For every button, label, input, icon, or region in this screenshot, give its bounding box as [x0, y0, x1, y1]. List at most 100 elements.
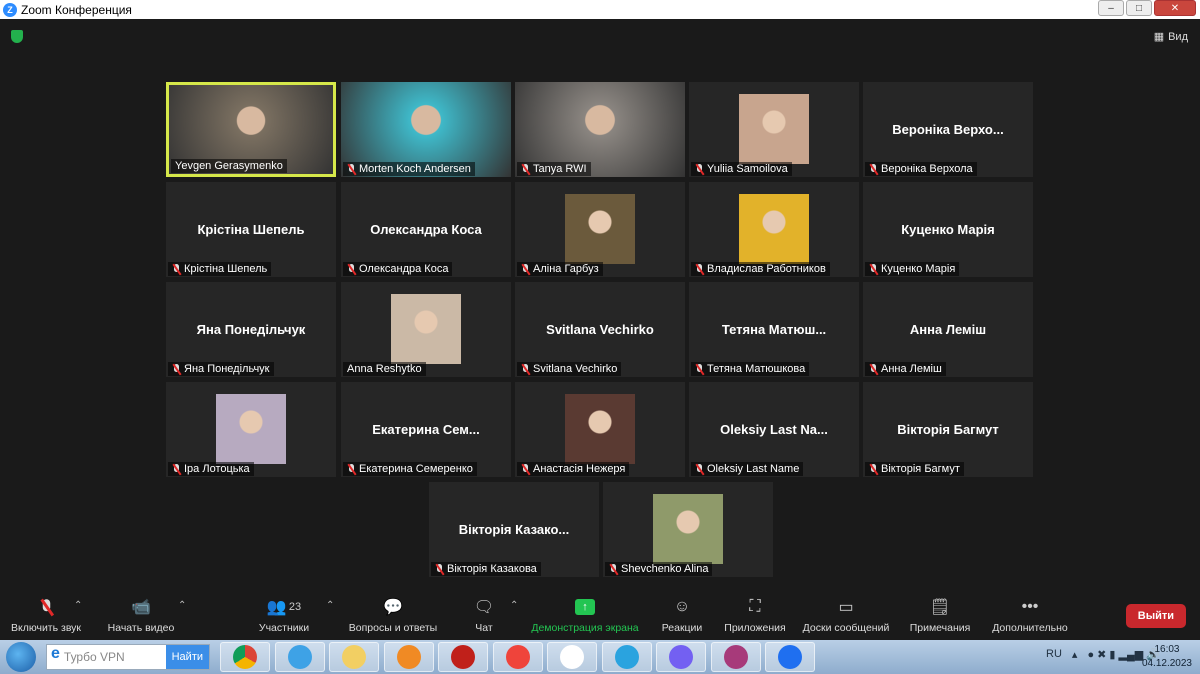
taskbar-app-telegram[interactable] — [601, 642, 652, 672]
taskbar-app-winrar[interactable] — [710, 642, 761, 672]
participant-tile[interactable]: Олександра Коса Олександра Коса — [341, 182, 511, 277]
participant-tile[interactable]: Tanya RWI — [515, 82, 685, 177]
participant-name-label: Svitlana Vechirko — [517, 362, 622, 376]
participant-tile[interactable]: Вікторія Казако... Вікторія Казакова — [429, 482, 599, 577]
participant-tile[interactable]: Анна Леміш Анна Леміш — [863, 282, 1033, 377]
participant-tile[interactable]: Іра Лотоцька — [166, 382, 336, 477]
taskbar-app-anydesk[interactable] — [492, 642, 543, 672]
participant-tile[interactable]: Куценко Марія Куценко Марія — [863, 182, 1033, 277]
taskbar-app-chrome[interactable] — [220, 642, 270, 672]
minimize-button[interactable]: – — [1098, 0, 1124, 16]
participant-display-name: Oleksiy Last Na... — [720, 422, 828, 437]
muted-mic-icon — [521, 263, 530, 275]
qa-button[interactable]: 💬 Вопросы и ответы — [346, 596, 440, 634]
participant-name: Іра Лотоцька — [184, 463, 250, 475]
participant-tile[interactable]: Svitlana Vechirko Svitlana Vechirko — [515, 282, 685, 377]
participant-name: Владислав Работников — [707, 263, 826, 275]
unmute-button[interactable]: Включить звук — [8, 596, 84, 634]
video-off-icon: 📹 — [131, 599, 151, 616]
participant-tile[interactable]: Anna Reshytko — [341, 282, 511, 377]
participant-display-name: Вікторія Казако... — [458, 522, 570, 537]
participant-name: Олександра Коса — [359, 263, 449, 275]
participant-name: Екатерина Семеренко — [359, 463, 473, 475]
participant-tile[interactable]: Анастасія Нежеря — [515, 382, 685, 477]
participant-tile[interactable]: Владислав Работников — [689, 182, 859, 277]
shield-icon[interactable] — [11, 30, 23, 43]
participant-avatar — [565, 194, 635, 264]
clock[interactable]: 16:03 04.12.2023 — [1142, 643, 1192, 671]
tray-expand-icon[interactable]: ▴ — [1072, 648, 1078, 661]
zoom-icon — [778, 645, 802, 669]
participant-tile[interactable]: Аліна Гарбуз — [515, 182, 685, 277]
windows-taskbar: e Турбо VPN Найти RU ▴ ● ✖ ▮ ▂▄▆ 🔊 16:03… — [0, 640, 1200, 674]
participant-tile[interactable]: Morten Koch Andersen — [341, 82, 511, 177]
share-screen-button[interactable]: ↑ Демонстрация экрана — [530, 596, 640, 634]
whiteboards-button[interactable]: ▭ Доски сообщений — [800, 596, 892, 634]
taskbar-app-zoom[interactable] — [765, 642, 815, 672]
language-indicator[interactable]: RU — [1046, 648, 1062, 661]
participant-tile[interactable]: Вероніка Верхо... Вероніка Верхола — [863, 82, 1033, 177]
leave-button[interactable]: Выйти — [1125, 604, 1186, 628]
taskbar-app-file-explorer[interactable] — [329, 642, 379, 672]
participants-button[interactable]: 👥 23 Участники — [252, 596, 316, 634]
maximize-button[interactable]: □ — [1126, 0, 1152, 16]
view-button[interactable]: ▦ Вид — [1154, 30, 1188, 44]
notes-icon: 🗒 — [929, 599, 951, 616]
participant-tile[interactable]: Крістіна Шепель Крістіна Шепель — [166, 182, 336, 277]
participant-avatar — [739, 194, 809, 264]
participant-name: Вікторія Казакова — [447, 563, 537, 575]
participant-tile[interactable]: Shevchenko Alina — [603, 482, 773, 577]
muted-mic-icon — [869, 463, 878, 475]
media-player-icon — [396, 645, 421, 669]
participant-tile[interactable]: Yevgen Gerasymenko — [166, 82, 336, 177]
muted-mic-icon — [695, 363, 704, 375]
participant-name-label: Tanya RWI — [517, 162, 591, 176]
close-button[interactable]: ✕ — [1154, 0, 1196, 16]
participant-name: Анна Леміш — [881, 363, 942, 375]
participant-tile[interactable]: Oleksiy Last Na... Oleksiy Last Name — [689, 382, 859, 477]
audio-options-caret[interactable]: ⌃ — [74, 600, 82, 611]
participant-tile[interactable]: Тетяна Матюш... Тетяна Матюшкова — [689, 282, 859, 377]
taskbar-app-document[interactable] — [547, 642, 597, 672]
chat-label: Чат — [475, 622, 493, 634]
search-input[interactable]: Турбо VPN — [64, 645, 166, 669]
reactions-button[interactable]: ☺ Реакции — [660, 596, 704, 634]
more-button[interactable]: ••• Дополнительно — [990, 596, 1070, 634]
participant-tile[interactable]: Yuliia Samoilova — [689, 82, 859, 177]
chat-button[interactable]: 🗨 Чат — [468, 596, 500, 634]
muted-mic-icon — [521, 163, 530, 175]
taskbar-app-internet-explorer[interactable] — [274, 642, 325, 672]
start-video-button[interactable]: 📹 Начать видео — [104, 596, 178, 634]
view-label: Вид — [1168, 30, 1188, 43]
participant-display-name: Куценко Марія — [901, 222, 995, 237]
participant-name-label: Shevchenko Alina — [605, 562, 713, 576]
search-button[interactable]: Найти — [165, 645, 209, 669]
whiteboard-icon: ▭ — [838, 599, 854, 616]
chat-caret[interactable]: ⌃ — [510, 600, 518, 611]
participant-name-label: Анна Леміш — [865, 362, 946, 376]
share-label: Демонстрация экрана — [531, 622, 639, 634]
participant-tile[interactable]: Яна Понедільчук Яна Понедільчук — [166, 282, 336, 377]
video-options-caret[interactable]: ⌃ — [178, 600, 186, 611]
participant-name-label: Яна Понедільчук — [168, 362, 274, 376]
participant-tile[interactable]: Вікторія Багмут Вікторія Багмут — [863, 382, 1033, 477]
taskbar-app-viber[interactable] — [656, 642, 706, 672]
start-button[interactable] — [6, 642, 36, 672]
apps-button[interactable]: ⛶ Приложения — [722, 596, 788, 634]
notes-button[interactable]: 🗒 Примечания — [908, 596, 972, 634]
participant-name: Анастасія Нежеря — [533, 463, 626, 475]
participant-name: Аліна Гарбуз — [533, 263, 599, 275]
participant-name: Oleksiy Last Name — [707, 463, 800, 475]
participant-display-name: Вероніка Верхо... — [892, 122, 1004, 137]
participants-caret[interactable]: ⌃ — [326, 600, 334, 611]
taskbar-app-game-app[interactable] — [438, 642, 488, 672]
participant-tile[interactable]: Екатерина Сем... Екатерина Семеренко — [341, 382, 511, 477]
participant-display-name: Анна Леміш — [909, 322, 987, 337]
game-app-icon — [451, 645, 475, 669]
muted-mic-icon — [172, 463, 181, 475]
participant-name: Svitlana Vechirko — [533, 363, 618, 375]
taskbar-app-media-player[interactable] — [383, 642, 434, 672]
participant-name: Тетяна Матюшкова — [707, 363, 806, 375]
document-icon — [560, 645, 584, 669]
participant-name-label: Крістіна Шепель — [168, 262, 272, 276]
